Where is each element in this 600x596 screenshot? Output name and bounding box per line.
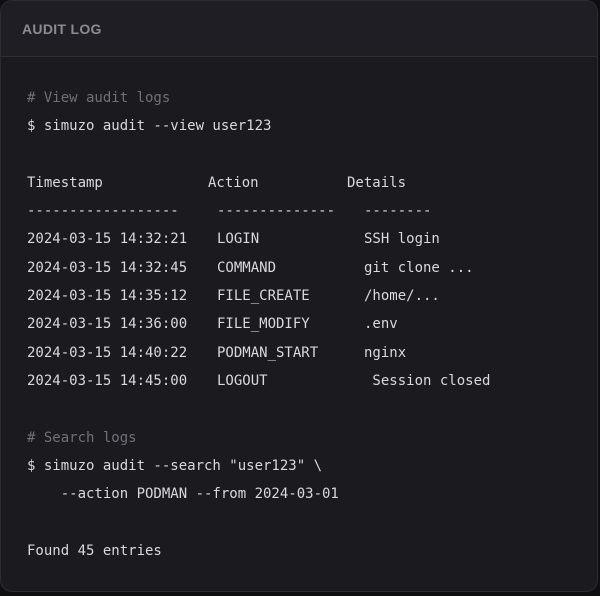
comment-view-logs: # View audit logs	[27, 90, 171, 106]
command-search-line-2: --action PODMAN --from 2024-03-01	[27, 486, 339, 502]
column-header-details: Details	[347, 175, 407, 191]
row-details: Session closed	[364, 373, 491, 389]
row-timestamp: 2024-03-15 14:32:21	[27, 231, 188, 247]
row-details: git clone ...	[364, 260, 474, 276]
row-action: PODMAN_START	[217, 345, 319, 361]
audit-log-panel: AUDIT LOG # View audit logs $ simuzo aud…	[0, 0, 598, 592]
search-result: Found 45 entries	[27, 543, 162, 559]
row-timestamp: 2024-03-15 14:35:12	[27, 288, 188, 304]
row-timestamp: 2024-03-15 14:36:00	[27, 316, 188, 332]
row-details: SSH login	[364, 231, 440, 247]
row-action: LOGOUT	[217, 373, 268, 389]
panel-header: AUDIT LOG	[1, 1, 597, 57]
row-details: /home/...	[364, 288, 440, 304]
row-action: FILE_MODIFY	[217, 316, 310, 332]
panel-title: AUDIT LOG	[22, 20, 102, 37]
command-view: $ simuzo audit --view user123	[27, 118, 272, 134]
separator-details: --------	[364, 203, 432, 219]
row-action: LOGIN	[217, 231, 260, 247]
separator-timestamp: ------------------	[27, 203, 179, 219]
row-timestamp: 2024-03-15 14:32:45	[27, 260, 188, 276]
row-details: .env	[364, 316, 398, 332]
column-header-timestamp: Timestamp	[27, 175, 103, 191]
separator-action: --------------	[217, 203, 336, 219]
comment-search-logs: # Search logs	[27, 430, 137, 446]
row-timestamp: 2024-03-15 14:40:22	[27, 345, 188, 361]
column-header-action: Action	[208, 175, 259, 191]
command-search-line-1: $ simuzo audit --search "user123" \	[27, 458, 323, 474]
row-timestamp: 2024-03-15 14:45:00	[27, 373, 188, 389]
row-action: FILE_CREATE	[217, 288, 310, 304]
row-action: COMMAND	[217, 260, 277, 276]
row-details: nginx	[364, 345, 407, 361]
